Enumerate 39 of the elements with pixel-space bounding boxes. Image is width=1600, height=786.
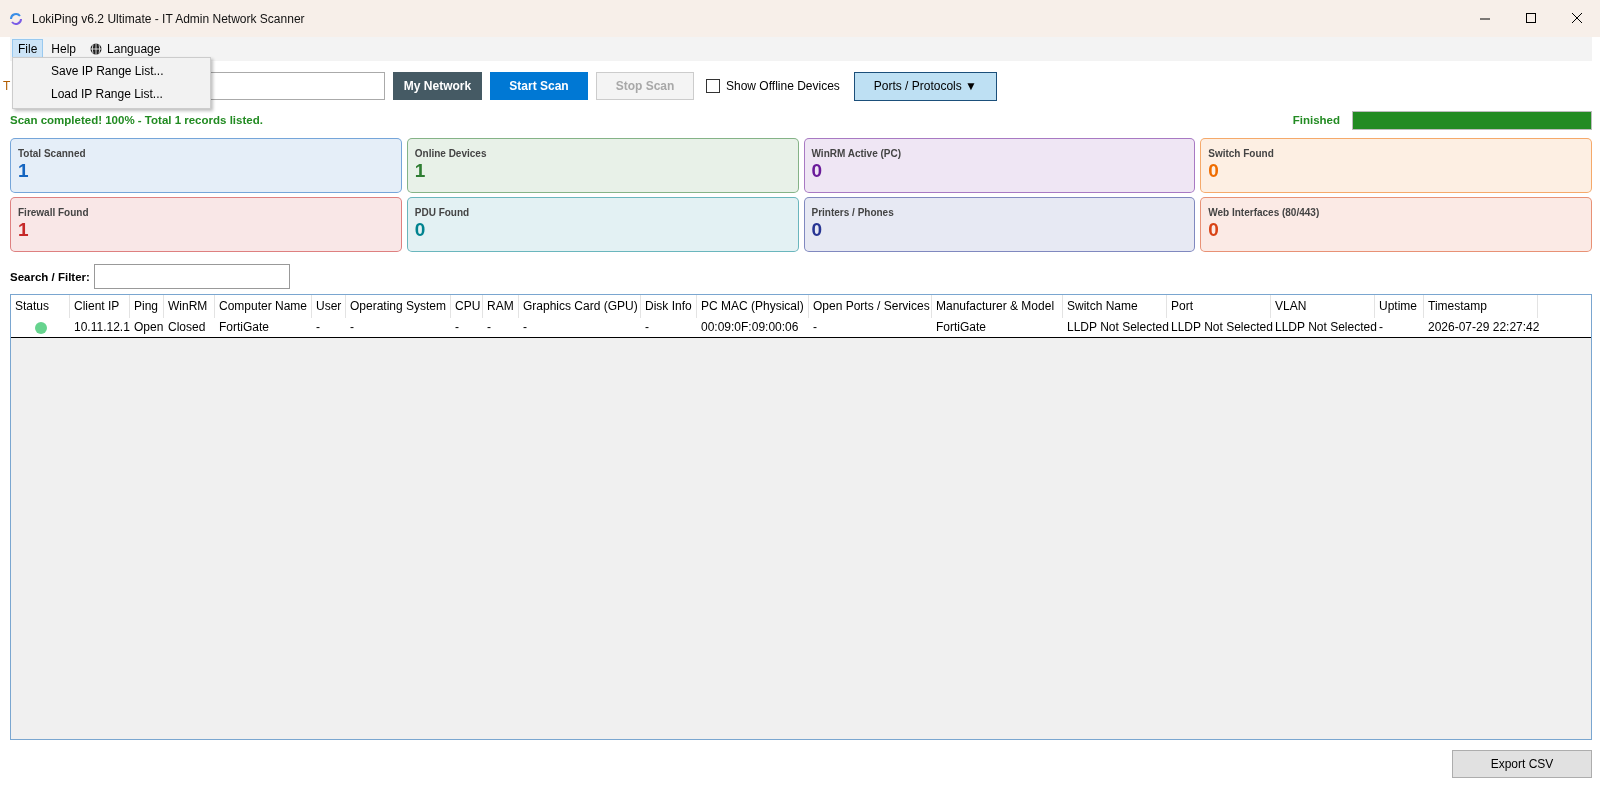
table-cell-text: LLDP Not Selected bbox=[1066, 319, 1167, 336]
card-label: Online Devices bbox=[414, 148, 488, 159]
card-label: WinRM Active (PC) bbox=[811, 148, 903, 159]
card-value: 0 bbox=[1208, 220, 1220, 239]
card-label: Web Interfaces (80/443) bbox=[1208, 207, 1321, 218]
card-value: 0 bbox=[811, 220, 824, 239]
table-cell-text: - bbox=[644, 319, 650, 336]
card-value: 0 bbox=[414, 220, 427, 239]
ip-range-label: T bbox=[3, 79, 12, 93]
card-label: Firewall Found bbox=[18, 207, 90, 218]
table-cell-text: LLDP Not Selected bbox=[1274, 319, 1375, 336]
card-value: 1 bbox=[414, 161, 427, 180]
card-value: 1 bbox=[18, 220, 30, 239]
card-label: Switch Found bbox=[1208, 148, 1275, 159]
table-cell-text: - bbox=[315, 319, 321, 336]
card-label: Printers / Phones bbox=[811, 207, 895, 218]
table-cell-text: - bbox=[349, 319, 355, 336]
table-cell-text: Open bbox=[133, 319, 164, 336]
table-cell-text: Closed bbox=[167, 319, 207, 336]
table-cell-text: - bbox=[1378, 319, 1384, 336]
card-value: 0 bbox=[811, 161, 824, 180]
status-message: Scan completed! 100% - Total 1 records listed. bbox=[10, 114, 264, 126]
table-cell-text: - bbox=[812, 319, 818, 336]
card-value: 0 bbox=[1208, 161, 1220, 180]
table-cell-text: 00:09:0F:09:00:06 bbox=[700, 319, 800, 336]
table-cell-text: FortiGate bbox=[935, 319, 987, 336]
table-cell-text: - bbox=[454, 319, 460, 336]
table-cell-text: - bbox=[522, 319, 528, 336]
search-label: Search / Filter: bbox=[10, 270, 90, 283]
card-value: 1 bbox=[18, 161, 30, 180]
table-cell-text: 2026-07-29 22:27:42 bbox=[1427, 319, 1538, 336]
table-cell-text: FortiGate bbox=[218, 319, 270, 336]
window-title: LokiPing v6.2 Ultimate - IT Admin Network Scanner bbox=[32, 11, 306, 26]
table-cell-text: - bbox=[486, 319, 492, 336]
table-cell-text: 10.11.12.1 bbox=[73, 319, 130, 336]
card-label: Total Scanned bbox=[18, 148, 87, 159]
card-label: PDU Found bbox=[414, 207, 471, 218]
table-cell-text: LLDP Not Selected bbox=[1170, 319, 1271, 336]
progress-label: Finished bbox=[1292, 114, 1340, 126]
